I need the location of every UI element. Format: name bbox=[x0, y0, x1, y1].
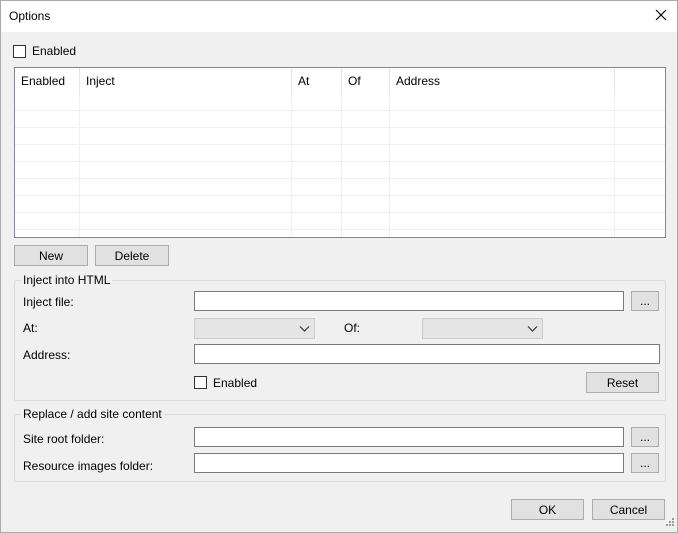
at-label: At: bbox=[23, 321, 38, 335]
group-title: Replace / add site content bbox=[21, 407, 164, 421]
close-icon bbox=[655, 9, 667, 24]
window-title: Options bbox=[9, 9, 51, 23]
inject-file-browse-button[interactable]: ... bbox=[631, 291, 659, 311]
chevron-down-icon bbox=[299, 323, 310, 337]
grid-line bbox=[15, 229, 665, 230]
site-root-folder-label: Site root folder: bbox=[23, 432, 105, 446]
new-button[interactable]: New bbox=[14, 245, 88, 266]
ok-button[interactable]: OK bbox=[511, 499, 584, 520]
options-dialog: Options Enabled Enabled Inject At Of Add… bbox=[0, 0, 678, 533]
inject-rules-grid[interactable]: Enabled Inject At Of Address bbox=[14, 67, 666, 238]
column-header-address[interactable]: Address bbox=[390, 68, 615, 94]
grid-line bbox=[341, 94, 342, 237]
at-dropdown[interactable] bbox=[194, 318, 315, 339]
site-root-folder-input[interactable] bbox=[194, 427, 624, 447]
reset-button[interactable]: Reset bbox=[586, 372, 659, 393]
grid-line bbox=[79, 94, 80, 237]
column-header-at[interactable]: At bbox=[292, 68, 342, 94]
title-bar: Options bbox=[1, 1, 677, 32]
grid-line bbox=[15, 110, 665, 111]
enabled-checkbox-label: Enabled bbox=[32, 44, 77, 58]
resource-images-folder-input[interactable] bbox=[194, 453, 624, 473]
grid-line bbox=[15, 178, 665, 179]
inject-enabled-checkbox[interactable] bbox=[194, 376, 207, 389]
column-header-inject[interactable]: Inject bbox=[80, 68, 292, 94]
address-input[interactable] bbox=[194, 344, 660, 364]
chevron-down-icon bbox=[527, 323, 538, 337]
resource-images-browse-button[interactable]: ... bbox=[631, 453, 659, 473]
of-dropdown[interactable] bbox=[422, 318, 543, 339]
delete-button[interactable]: Delete bbox=[95, 245, 169, 266]
grid-line bbox=[15, 144, 665, 145]
resource-images-folder-label: Resource images folder: bbox=[23, 459, 154, 473]
grid-line bbox=[15, 127, 665, 128]
grid-line bbox=[291, 94, 292, 237]
inject-enabled-label: Enabled bbox=[213, 376, 258, 390]
close-button[interactable] bbox=[645, 1, 677, 32]
grid-line bbox=[15, 212, 665, 213]
address-label: Address: bbox=[23, 348, 71, 362]
cancel-button[interactable]: Cancel bbox=[592, 499, 665, 520]
resize-grip-icon[interactable] bbox=[665, 516, 675, 530]
column-header-enabled[interactable]: Enabled bbox=[15, 68, 80, 94]
grid-line bbox=[15, 195, 665, 196]
column-header-of[interactable]: Of bbox=[342, 68, 390, 94]
inject-file-label: Inject file: bbox=[23, 295, 74, 309]
group-title: Inject into HTML bbox=[21, 273, 113, 287]
grid-line bbox=[614, 94, 615, 237]
inject-file-input[interactable] bbox=[194, 291, 624, 311]
of-label: Of: bbox=[344, 321, 361, 335]
site-root-browse-button[interactable]: ... bbox=[631, 427, 659, 447]
grid-line bbox=[15, 161, 665, 162]
enabled-checkbox[interactable] bbox=[13, 45, 26, 58]
grid-line bbox=[389, 94, 390, 237]
